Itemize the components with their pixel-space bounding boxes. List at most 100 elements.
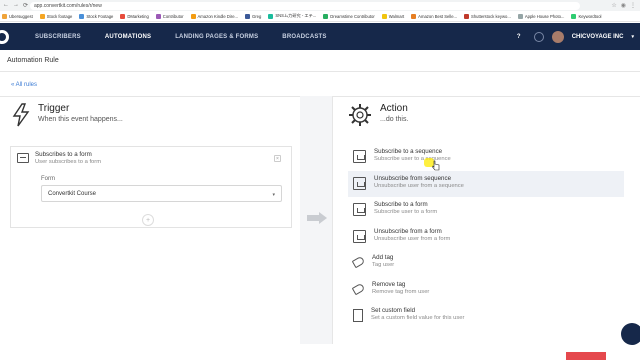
action-option-title: Remove tag [372, 280, 406, 288]
action-option[interactable]: Subscribe to a form Subscribe user to a f… [348, 197, 624, 224]
action-option-title: Set custom field [371, 307, 416, 314]
bookmark-favicon-icon [464, 13, 470, 19]
bookmark-item[interactable]: SNSム力研究 - エテ... [268, 13, 316, 19]
action-option-title: Unsubscribe from sequence [374, 174, 452, 182]
trigger-header: Trigger When this event happens... [12, 103, 123, 127]
action-list: Subscribe to a sequence Subscribe user to… [348, 144, 624, 330]
address-bar[interactable]: app.convertkit.com/rules/r/new [30, 1, 580, 10]
remove-trigger-icon[interactable]: × [274, 155, 281, 162]
trigger-selected[interactable]: Subscribes to a form User subscribes to … [11, 147, 291, 169]
bookmark-favicon-icon [381, 13, 387, 19]
action-option-title: Subscribe to a form [374, 201, 428, 208]
action-option[interactable]: Remove tag Remove tag from user [348, 277, 624, 304]
bookmark-label: Amazon Best Selle... [418, 13, 458, 19]
bookmark-label: Dreamstime Contributor [330, 13, 375, 19]
action-option-sub: Tag user [372, 262, 395, 268]
bookmark-item[interactable]: Keywordtool [571, 13, 601, 19]
form-label: Form [41, 176, 55, 182]
forward-icon[interactable]: → [13, 2, 19, 9]
convertkit-logo[interactable] [0, 29, 9, 44]
browser-extensions: ☆ ◉ ⋮ [580, 2, 640, 9]
bookmark-favicon-icon [79, 13, 85, 19]
bookmark-label: Shutterstock keywo... [471, 13, 511, 19]
action-option[interactable]: Set custom field Set a custom field value… [348, 303, 624, 330]
bookmark-item[interactable]: Shutterstock keywo... [464, 13, 511, 19]
all-rules-link[interactable]: « All rules [11, 82, 37, 88]
add-trigger-button[interactable]: + [142, 214, 154, 226]
action-option-sub: Unsubscribe user from a sequence [374, 182, 464, 189]
bookmark-item[interactable]: Greg [245, 13, 262, 19]
bookmark-favicon-icon [517, 13, 523, 19]
action-option[interactable]: Subscribe to a sequence Subscribe user to… [348, 144, 624, 171]
bookmark-favicon-icon [120, 13, 126, 19]
card-icon [353, 229, 366, 243]
action-subtitle: ...do this. [380, 116, 409, 123]
bookmark-item[interactable]: Contributor [155, 13, 184, 19]
action-option-sub: Subscribe user to a form [374, 209, 438, 215]
arrow-right-icon [307, 212, 327, 224]
bookmark-favicon-icon [323, 13, 329, 19]
action-option[interactable]: Unsubscribe from sequence Unsubscribe use… [348, 170, 624, 197]
browser-toolbar: ← → ⟳ app.convertkit.com/rules/r/new ☆ ◉… [0, 0, 640, 11]
nav-subscribers[interactable]: SUBSCRIBERS [23, 23, 93, 50]
menu-icon[interactable]: ⋮ [630, 2, 636, 9]
account-menu[interactable]: CHICVOYAGE INC [572, 34, 624, 40]
bookmark-item[interactable]: Walmart [381, 13, 404, 19]
bookmark-item[interactable]: DMarketing [120, 13, 149, 19]
bookmark-favicon-icon [268, 13, 274, 19]
loading-spinner-icon [533, 31, 544, 42]
action-header: Action ...do this. [348, 103, 408, 127]
bookmark-label: Greg [252, 13, 262, 19]
bookmark-label: Contributor [162, 13, 184, 19]
bookmark-label: Stock footage [46, 13, 73, 19]
bookmark-label: Stock Footage [86, 13, 114, 19]
bookmark-item[interactable]: Amazon Kindle Dire... [190, 13, 239, 19]
hand-cursor-icon [432, 160, 440, 171]
action-option[interactable]: Unsubscribe from a form Unsubscribe user … [348, 224, 624, 251]
action-option-title: Subscribe to a sequence [374, 148, 443, 155]
chat-button[interactable] [621, 323, 640, 345]
form-select[interactable]: Convertkit Course ▾ [41, 185, 282, 202]
bookmark-item[interactable]: Ubersuggest [2, 13, 33, 19]
trigger-title: Trigger [38, 103, 70, 114]
nav-landing-pages-forms[interactable]: LANDING PAGES & FORMS [163, 23, 270, 50]
lightning-icon [12, 103, 30, 127]
bottom-red-bar [566, 352, 606, 360]
bookmark-item[interactable]: Stock footage [39, 13, 73, 19]
gear-icon [349, 104, 371, 126]
reload-icon[interactable]: ⟳ [23, 2, 28, 9]
back-icon[interactable]: ← [3, 2, 9, 9]
bookmark-label: SNSム力研究 - エテ... [275, 13, 317, 18]
bookmark-favicon-icon [571, 13, 577, 19]
action-option-title: Unsubscribe from a form [374, 227, 442, 235]
avatar[interactable] [551, 30, 564, 43]
trigger-event-sub: User subscribes to a form [35, 159, 102, 165]
action-option-sub: Set a custom field value for this user [371, 315, 465, 321]
page-title: Automation Rule [0, 50, 640, 72]
nav-broadcasts[interactable]: BROADCASTS [270, 23, 338, 50]
bookmark-label: Amazon Kindle Dire... [197, 13, 239, 19]
tag-icon [351, 282, 366, 295]
bookmark-item[interactable]: Amazon Best Selle... [411, 13, 458, 19]
bookmark-favicon-icon [190, 13, 196, 19]
bookmark-item[interactable]: Stock Footage [79, 13, 114, 19]
form-select-value: Convertkit Course [48, 190, 97, 197]
star-icon[interactable]: ☆ [611, 2, 616, 9]
nav-automations[interactable]: AUTOMATIONS [93, 23, 163, 50]
extension-icon[interactable]: ◉ [621, 2, 626, 9]
nav-right: ? CHICVOYAGE INC ▾ [512, 23, 634, 50]
trigger-subtitle: When this event happens... [38, 116, 123, 123]
box-icon [353, 150, 366, 163]
caret-down-icon: ▾ [272, 192, 275, 198]
help-button[interactable]: ? [512, 30, 526, 44]
bookmark-item[interactable]: Dreamstime Contributor [323, 13, 375, 19]
action-option-sub: Remove tag from user [372, 288, 430, 295]
bookmarks-bar: Ubersuggest Stock footage Stock Footage DMa… [0, 11, 640, 22]
bookmark-label: Apple House Photo... [524, 13, 565, 19]
bookmark-item[interactable]: Apple House Photo... [517, 13, 565, 19]
chevron-down-icon[interactable]: ▾ [631, 34, 634, 40]
browser-nav: ← → ⟳ [0, 2, 30, 9]
bookmark-label: DMarketing [127, 13, 149, 19]
bookmark-label: Ubersuggest [9, 13, 33, 19]
action-option[interactable]: Add tag Tag user [348, 250, 624, 277]
